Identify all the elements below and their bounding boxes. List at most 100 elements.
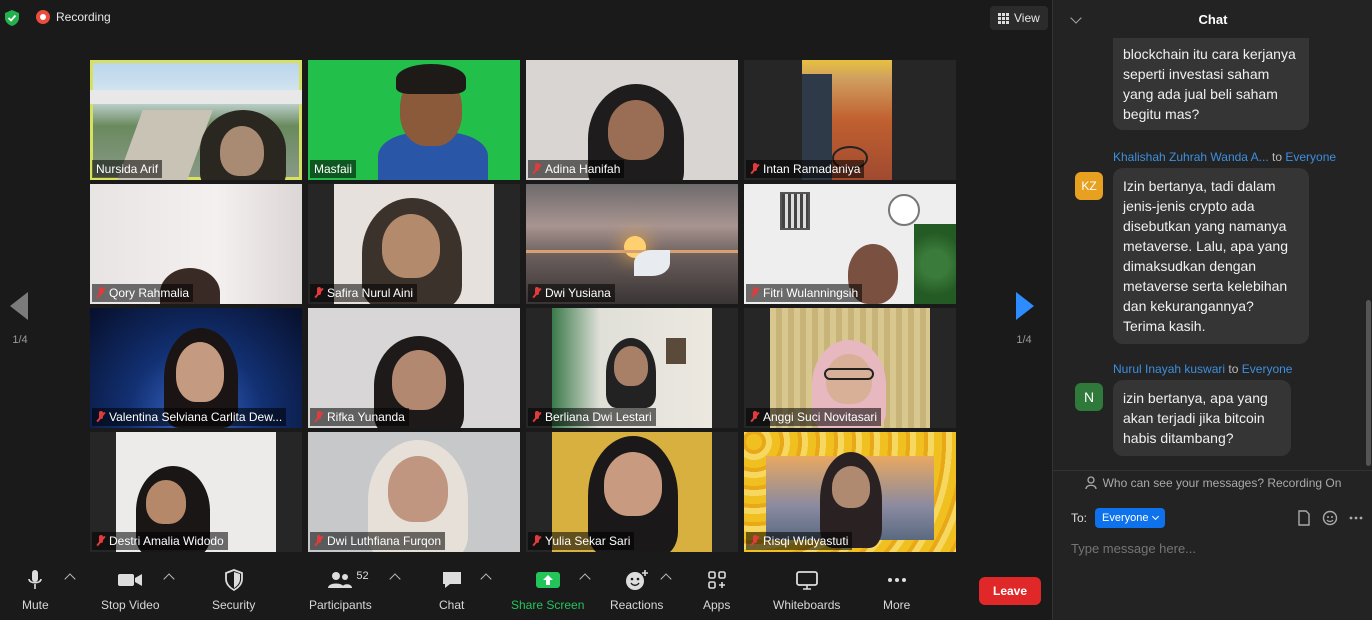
mic-muted-icon: [314, 535, 324, 547]
mic-muted-icon: [314, 411, 324, 423]
participants-options-caret[interactable]: [389, 573, 401, 585]
security-button[interactable]: Security: [212, 568, 255, 612]
participant-name-tag: Nursida Arif: [92, 160, 163, 178]
chat-sender-line: Khalishah Zuhrah Wanda A... to Everyone: [1113, 150, 1336, 164]
video-tile[interactable]: Nursida Arif: [90, 60, 302, 180]
participant-name: Nursida Arif: [96, 162, 159, 176]
video-tile[interactable]: Qory Rahmalia: [90, 184, 302, 304]
participant-name: Anggi Suci Novitasari: [763, 410, 878, 424]
meeting-toolbar: Mute Stop Video Security 52 Participants…: [0, 562, 1052, 620]
chat-message-text: blockchain itu cara kerjanya seperti inv…: [1123, 46, 1296, 122]
chat-sender-name[interactable]: Khalishah Zuhrah Wanda A...: [1113, 150, 1269, 164]
share-screen-icon: [535, 568, 561, 592]
mute-options-caret[interactable]: [64, 573, 76, 585]
participant-name-tag: Berliana Dwi Lestari: [528, 408, 656, 426]
recipient-dropdown[interactable]: Everyone: [1095, 508, 1165, 528]
chat-sender-name[interactable]: Nurul Inayah kuswari: [1113, 362, 1225, 376]
recording-indicator[interactable]: Recording: [36, 10, 111, 24]
privacy-notice[interactable]: Who can see your messages? Recording On: [1053, 470, 1372, 494]
page-indicator-left: 1/4: [12, 334, 28, 346]
video-tile[interactable]: Masfaii: [308, 60, 520, 180]
recording-label: Recording: [56, 10, 111, 24]
chat-recipient[interactable]: Everyone: [1242, 362, 1293, 376]
reactions-button[interactable]: Reactions: [610, 568, 663, 612]
mute-button[interactable]: Mute: [22, 568, 49, 612]
stop-video-button[interactable]: Stop Video: [101, 568, 160, 612]
share-screen-button[interactable]: Share Screen: [511, 568, 584, 612]
more-options-icon[interactable]: [1348, 510, 1364, 526]
mic-muted-icon: [532, 411, 542, 423]
chevron-down-icon: [1151, 512, 1159, 521]
video-tile[interactable]: Anggi Suci Novitasari: [744, 308, 956, 428]
grid-icon: [998, 12, 1009, 24]
mic-muted-icon: [750, 411, 760, 423]
mic-muted-icon: [750, 163, 760, 175]
apps-icon: [706, 568, 728, 592]
chat-tools: [1296, 510, 1364, 526]
whiteboard-icon: [795, 568, 819, 592]
video-tile[interactable]: Yulia Sekar Sari: [526, 432, 738, 552]
participant-name-tag: Fitri Wulanningsih: [746, 284, 863, 302]
participant-name: Fitri Wulanningsih: [763, 286, 859, 300]
chat-message-text: Izin bertanya, tadi dalam jenis-jenis cr…: [1123, 178, 1288, 334]
participant-name: Adina Hanifah: [545, 162, 621, 176]
more-button[interactable]: More: [883, 568, 910, 612]
video-tile[interactable]: Fitri Wulanningsih: [744, 184, 956, 304]
message-input[interactable]: [1071, 538, 1351, 558]
participant-name: Dwi Yusiana: [545, 286, 611, 300]
chat-button[interactable]: Chat: [439, 568, 464, 612]
share-screen-label: Share Screen: [511, 598, 585, 612]
chat-scrollbar[interactable]: [1366, 300, 1371, 466]
video-tile[interactable]: Adina Hanifah: [526, 60, 738, 180]
participant-name-tag: Destri Amalia Widodo: [92, 532, 228, 550]
video-tile[interactable]: Rifka Yunanda: [308, 308, 520, 428]
chat-recipient[interactable]: Everyone: [1285, 150, 1336, 164]
video-tile[interactable]: Risqi Widyastuti: [744, 432, 956, 552]
next-page-button[interactable]: 1/4: [1012, 292, 1036, 352]
participant-name: Qory Rahmalia: [109, 286, 190, 300]
mic-muted-icon: [96, 535, 106, 547]
participant-name-tag: Risqi Widyastuti: [746, 532, 853, 550]
participant-name-tag: Adina Hanifah: [528, 160, 625, 178]
video-tile[interactable]: Dwi Luthfiana Furqon: [308, 432, 520, 552]
chat-options-caret[interactable]: [480, 573, 492, 585]
participant-name: Dwi Luthfiana Furqon: [327, 534, 442, 548]
participant-name-tag: Rifka Yunanda: [310, 408, 409, 426]
video-tile[interactable]: Dwi Yusiana: [526, 184, 738, 304]
video-tile[interactable]: Destri Amalia Widodo: [90, 432, 302, 552]
emoji-icon[interactable]: [1322, 510, 1338, 526]
file-icon[interactable]: [1296, 510, 1312, 526]
participants-button[interactable]: 52 Participants: [309, 568, 372, 612]
apps-button[interactable]: Apps: [703, 568, 730, 612]
view-label: View: [1014, 11, 1040, 25]
shield-icon[interactable]: [4, 9, 20, 27]
mic-muted-icon: [532, 535, 542, 547]
previous-page-button[interactable]: 1/4: [8, 292, 32, 352]
zoom-window: Recording View 1/4 1/4 Nursida Arif Masf…: [0, 0, 1372, 620]
reactions-label: Reactions: [610, 598, 664, 612]
mic-muted-icon: [532, 287, 542, 299]
mute-label: Mute: [22, 598, 49, 612]
mic-muted-icon: [532, 163, 542, 175]
participants-icon: 52: [326, 568, 369, 592]
apps-label: Apps: [703, 598, 731, 612]
view-button[interactable]: View: [990, 6, 1048, 30]
smiley-plus-icon: [624, 568, 650, 592]
video-tile[interactable]: Valentina Selviana Carlita Dew...: [90, 308, 302, 428]
leave-button[interactable]: Leave: [979, 577, 1041, 605]
video-options-caret[interactable]: [163, 573, 175, 585]
chat-message-bubble: izin bertanya, apa yang akan terjadi jik…: [1113, 380, 1291, 456]
chat-sender-line: Nurul Inayah kuswari to Everyone: [1113, 362, 1292, 376]
participant-name: Yulia Sekar Sari: [545, 534, 631, 548]
chat-message-bubble: blockchain itu cara kerjanya seperti inv…: [1113, 38, 1309, 130]
video-tile[interactable]: Safira Nurul Aini: [308, 184, 520, 304]
participant-name: Berliana Dwi Lestari: [545, 410, 652, 424]
participant-name-tag: Qory Rahmalia: [92, 284, 194, 302]
record-icon: [36, 10, 50, 24]
participant-name-tag: Masfaii: [310, 160, 357, 178]
participant-name: Risqi Widyastuti: [763, 534, 849, 548]
video-tile[interactable]: Intan Ramadaniya: [744, 60, 956, 180]
avatar: N: [1075, 383, 1103, 411]
video-tile[interactable]: Berliana Dwi Lestari: [526, 308, 738, 428]
whiteboards-button[interactable]: Whiteboards: [773, 568, 840, 612]
